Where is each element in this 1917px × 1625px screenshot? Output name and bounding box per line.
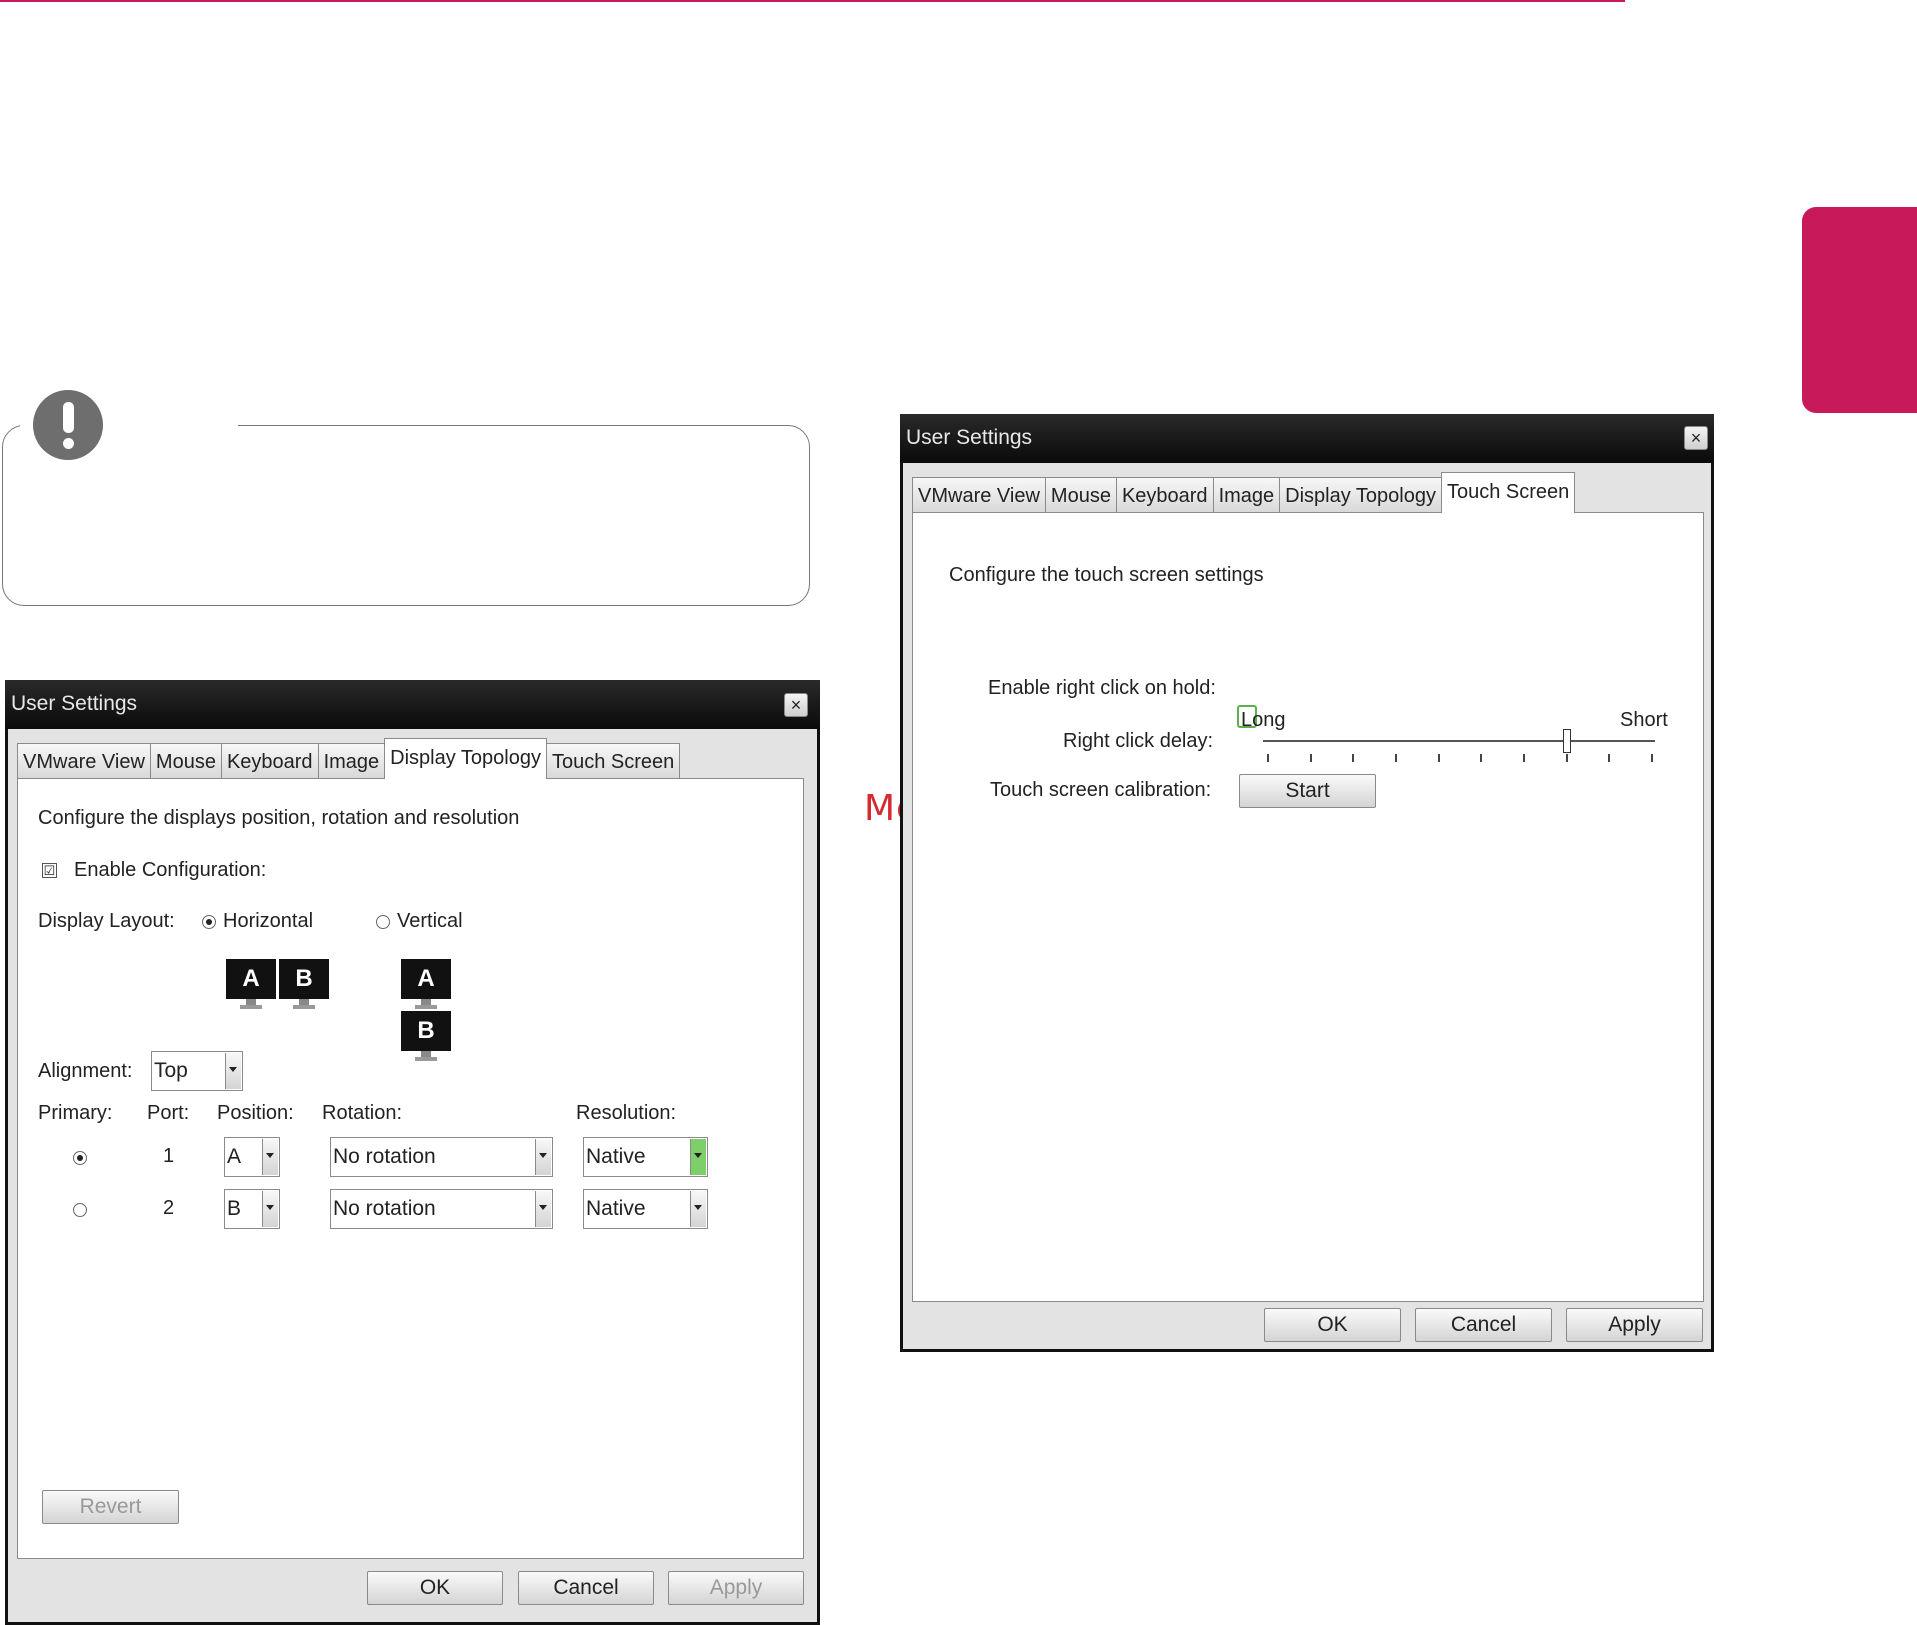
chevron-down-icon[interactable] xyxy=(690,1191,706,1227)
enable-configuration-checkbox[interactable]: ☑ xyxy=(42,863,57,878)
note-box xyxy=(2,425,810,606)
dialog-body: VMware View Mouse Keyboard Image Display… xyxy=(903,463,1711,1349)
display-layout-label: Display Layout: xyxy=(38,910,175,932)
slider-tick xyxy=(1437,754,1440,762)
chevron-down-icon[interactable] xyxy=(535,1191,551,1227)
user-settings-dialog-display-topology: User Settings × VMware View Mouse Keyboa… xyxy=(5,680,820,1625)
column-resolution: Resolution: xyxy=(576,1102,677,1124)
revert-button[interactable]: Revert xyxy=(42,1490,179,1524)
tab-mouse[interactable]: Mouse xyxy=(1044,477,1117,513)
chevron-down-icon[interactable] xyxy=(690,1139,706,1175)
tab-touch-screen[interactable]: Touch Screen xyxy=(546,743,681,779)
dialog-titlebar: User Settings × xyxy=(900,414,1714,463)
apply-button[interactable]: Apply xyxy=(668,1571,804,1605)
dialog-title: User Settings xyxy=(11,692,138,715)
display-topology-panel: Configure the displays position, rotatio… xyxy=(17,778,804,1559)
right-click-delay-slider[interactable] xyxy=(1263,728,1655,768)
tab-touch-screen[interactable]: Touch Screen xyxy=(1441,472,1576,513)
user-settings-dialog-touch-screen: User Settings × VMware View Mouse Keyboa… xyxy=(900,414,1714,1352)
tab-display-topology[interactable]: Display Topology xyxy=(1279,477,1442,513)
slider-tick xyxy=(1523,754,1525,762)
vertical-monitor-a-icon: A xyxy=(401,959,451,1010)
chevron-down-icon[interactable] xyxy=(262,1139,278,1175)
tab-bar: VMware View Mouse Keyboard Image Display… xyxy=(17,738,681,779)
alignment-label: Alignment: xyxy=(38,1060,133,1082)
resolution-select-port-2[interactable]: Native xyxy=(583,1189,708,1229)
close-button[interactable]: × xyxy=(784,693,808,717)
rotation-select-port-2[interactable]: No rotation xyxy=(330,1189,553,1229)
slider-tick xyxy=(1651,754,1653,762)
slider-tick xyxy=(1352,754,1355,762)
enable-configuration-label: Enable Configuration: xyxy=(74,859,267,881)
vertical-label: Vertical xyxy=(397,910,463,932)
slider-tick xyxy=(1608,754,1611,762)
column-primary: Primary: xyxy=(38,1102,113,1124)
caution-icon xyxy=(33,390,103,460)
vertical-radio[interactable] xyxy=(376,915,390,929)
slider-track xyxy=(1263,740,1655,742)
tab-display-topology[interactable]: Display Topology xyxy=(384,738,547,779)
tab-bar: VMware View Mouse Keyboard Image Display… xyxy=(912,472,1576,513)
alignment-select[interactable]: Top xyxy=(151,1051,243,1091)
dialog-body: VMware View Mouse Keyboard Image Display… xyxy=(8,729,817,1622)
dialog-titlebar: User Settings × xyxy=(5,680,820,729)
port-number: 1 xyxy=(163,1145,175,1167)
column-rotation: Rotation: xyxy=(322,1102,403,1124)
enable-right-click-label: Enable right click on hold: xyxy=(988,677,1216,699)
horizontal-label: Horizontal xyxy=(223,910,314,932)
horizontal-radio[interactable] xyxy=(202,915,216,929)
right-click-delay-label: Right click delay: xyxy=(1063,730,1214,752)
horizontal-monitor-b-icon: B xyxy=(279,959,329,1010)
primary-radio-port-1[interactable] xyxy=(73,1151,87,1165)
tab-vmware-view[interactable]: VMware View xyxy=(17,743,151,779)
top-accent-line xyxy=(0,0,1625,2)
slider-tick xyxy=(1395,754,1397,762)
horizontal-monitor-a-icon: A xyxy=(226,959,276,1010)
resolution-select-port-1[interactable]: Native xyxy=(583,1137,708,1177)
touch-screen-panel: Configure the touch screen settings Enab… xyxy=(912,512,1704,1302)
apply-button[interactable]: Apply xyxy=(1566,1308,1703,1342)
ok-button[interactable]: OK xyxy=(367,1571,503,1605)
chevron-down-icon[interactable] xyxy=(225,1053,241,1089)
slider-tick xyxy=(1309,754,1312,762)
chevron-down-icon[interactable] xyxy=(262,1191,278,1227)
tab-keyboard[interactable]: Keyboard xyxy=(220,743,319,779)
position-select-port-1[interactable]: A xyxy=(224,1137,280,1177)
vertical-monitor-b-icon: B xyxy=(401,1011,451,1062)
side-chapter-tab xyxy=(1802,207,1917,413)
position-select-port-2[interactable]: B xyxy=(224,1189,280,1229)
panel-description: Configure the displays position, rotatio… xyxy=(38,807,520,829)
slider-ticks xyxy=(1263,754,1655,762)
close-button[interactable]: × xyxy=(1684,426,1708,450)
slider-tick xyxy=(1565,754,1568,762)
cancel-button[interactable]: Cancel xyxy=(1415,1308,1552,1342)
port-number: 2 xyxy=(163,1197,175,1219)
column-port: Port: xyxy=(147,1102,190,1124)
calibration-label: Touch screen calibration: xyxy=(990,779,1212,801)
panel-description: Configure the touch screen settings xyxy=(949,564,1264,586)
slider-tick xyxy=(1267,754,1269,762)
dialog-title: User Settings xyxy=(906,426,1033,449)
tab-keyboard[interactable]: Keyboard xyxy=(1115,477,1214,513)
alignment-value: Top xyxy=(154,1059,188,1082)
start-calibration-button[interactable]: Start xyxy=(1239,774,1376,808)
primary-radio-port-2[interactable] xyxy=(73,1203,87,1217)
rotation-select-port-1[interactable]: No rotation xyxy=(330,1137,553,1177)
ok-button[interactable]: OK xyxy=(1264,1308,1401,1342)
tab-mouse[interactable]: Mouse xyxy=(149,743,222,779)
chevron-down-icon[interactable] xyxy=(535,1139,551,1175)
slider-thumb[interactable] xyxy=(1562,729,1571,753)
column-position: Position: xyxy=(217,1102,294,1124)
tab-image[interactable]: Image xyxy=(1212,477,1281,513)
tab-vmware-view[interactable]: VMware View xyxy=(912,477,1046,513)
slider-tick xyxy=(1480,754,1483,762)
tab-image[interactable]: Image xyxy=(317,743,386,779)
cancel-button[interactable]: Cancel xyxy=(518,1571,654,1605)
